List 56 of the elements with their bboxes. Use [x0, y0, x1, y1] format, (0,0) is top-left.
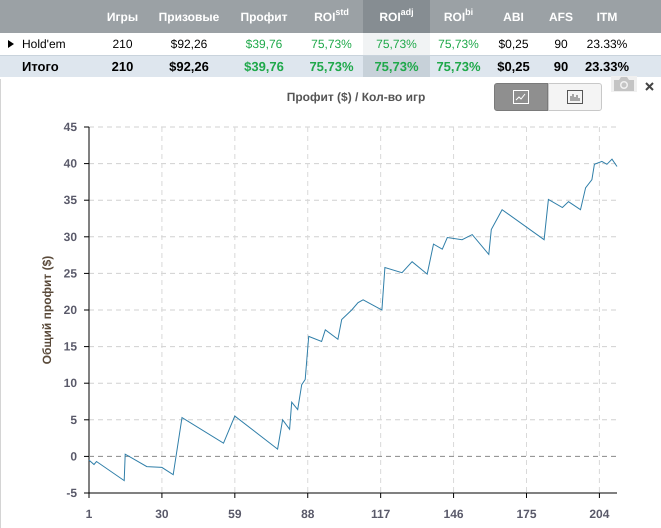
table-cell-text: 210: [112, 36, 133, 53]
line-chart-icon: [513, 90, 529, 104]
table-cell-text: 75,73%: [309, 58, 354, 76]
table-cell-text: 75,73%: [311, 36, 352, 53]
column-header[interactable]: ROI$^{adj}$: [363, 0, 430, 33]
y-tick-label: 35: [64, 193, 77, 208]
column-header[interactable]: Игры: [95, 0, 150, 33]
column-header[interactable]: Профит: [228, 0, 300, 33]
table-cell-text: 90: [554, 36, 568, 53]
chart-title: Профит ($) / Кол-во игр: [286, 90, 426, 104]
table-cell-text: $0,25: [497, 58, 530, 76]
table-cell-text: 210: [112, 58, 134, 76]
y-axis-label: Общий профит ($): [40, 256, 54, 364]
x-tick-label: 146: [444, 507, 464, 521]
y-tick-label: 0: [70, 449, 77, 464]
table-cell-text: 75,73%: [374, 58, 419, 76]
line-chart-button[interactable]: [494, 83, 548, 111]
y-tick-label: -5: [66, 486, 77, 500]
bar-chart-icon: [567, 90, 583, 104]
column-header[interactable]: ROI$^{std}$: [300, 0, 363, 33]
table-cell-text: $0,25: [498, 36, 529, 53]
y-tick-label: 5: [70, 412, 77, 427]
x-tick-label: 175: [516, 507, 536, 521]
table-cell-text: 75,73%: [376, 36, 417, 53]
expand-icon[interactable]: [8, 40, 14, 48]
y-tick-label: 20: [64, 303, 77, 317]
table-cell-text: 23.33%: [584, 58, 630, 76]
table-cell-text: $92,26: [170, 36, 208, 53]
table-cell-text: 90: [554, 58, 568, 76]
bar-chart-button[interactable]: [548, 83, 602, 111]
y-tick-label: 25: [64, 266, 77, 280]
close-icon[interactable]: [645, 82, 654, 91]
y-tick-label: 30: [64, 230, 77, 244]
column-header[interactable]: ABI: [487, 0, 540, 33]
column-header[interactable]: ROI$^{bi}$: [430, 0, 487, 33]
x-tick-label: 88: [301, 507, 314, 521]
table-cell-text: 75,73%: [438, 36, 479, 53]
x-tick-label: 59: [228, 507, 242, 521]
y-tick-label: 15: [64, 340, 77, 354]
column-header[interactable]: ITM: [582, 0, 632, 33]
table-cell-text: 75,73%: [436, 58, 481, 76]
table-cell-text: $92,26: [169, 58, 209, 76]
column-header[interactable]: Призовые: [150, 0, 228, 33]
y-tick-label: 10: [64, 376, 77, 390]
table-cell-text: $39,76: [246, 36, 282, 53]
row-label: Итого: [22, 58, 59, 76]
table-cell-text: $39,76: [244, 58, 284, 76]
x-tick-label: 30: [155, 507, 169, 521]
x-tick-label: 1: [86, 507, 92, 521]
row-label: Hold'em: [22, 36, 66, 53]
column-header[interactable]: AFS: [540, 0, 582, 33]
y-tick-label: 45: [64, 120, 77, 134]
x-tick-label: 204: [589, 507, 610, 521]
x-tick-label: 117: [370, 507, 390, 521]
y-tick-label: 40: [64, 156, 77, 171]
table-cell-text: 23.33%: [586, 36, 628, 53]
